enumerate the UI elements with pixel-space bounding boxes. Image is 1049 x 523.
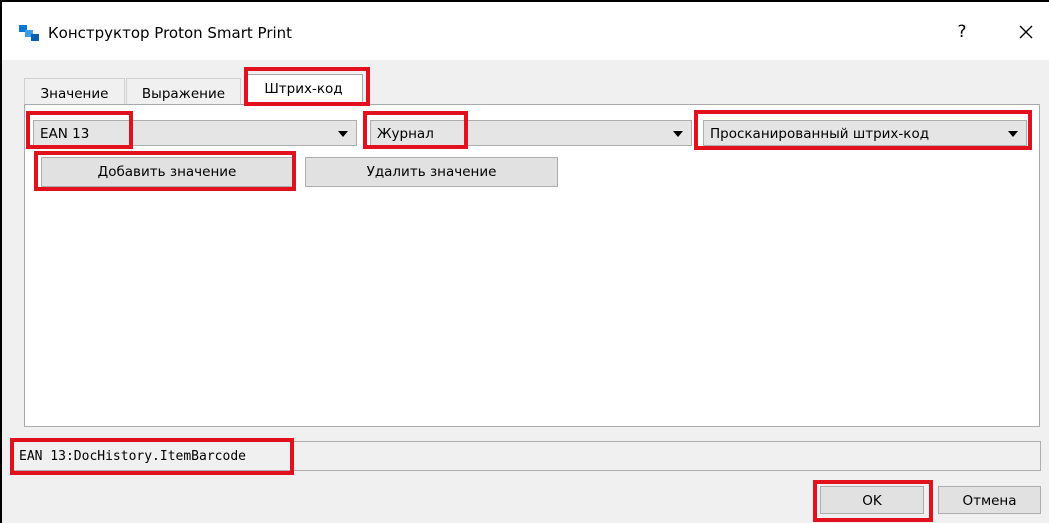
title-bar: Конструктор Proton Smart Print ? [2,2,1049,60]
cancel-button[interactable]: Отмена [938,486,1041,514]
dropdown-arrow-icon [338,131,348,137]
tab-value[interactable]: Значение [24,78,125,104]
help-icon[interactable]: ? [950,20,974,44]
field-value: Просканированный штрих-код [710,126,930,142]
ok-button[interactable]: OK [820,486,924,514]
field-combo[interactable]: Просканированный штрих-код [703,120,1027,146]
window-title: Конструктор Proton Smart Print [48,24,293,42]
barcode-type-value: EAN 13 [40,126,90,142]
barcode-type-combo[interactable]: EAN 13 [33,120,357,146]
close-icon[interactable] [1012,18,1040,46]
remove-value-button[interactable]: Удалить значение [305,157,558,187]
barcode-panel: EAN 13 Журнал Просканированный штрих-код… [24,104,1040,427]
source-combo[interactable]: Журнал [370,120,692,146]
add-value-button[interactable]: Добавить значение [41,157,293,187]
dialog-window: Конструктор Proton Smart Print ? Значени… [0,0,1049,523]
app-icon [19,25,39,41]
tab-barcode[interactable]: Штрих-код [244,74,363,106]
source-value: Журнал [377,126,434,142]
tab-expression[interactable]: Выражение [126,78,241,104]
dropdown-arrow-icon [1008,131,1018,137]
dropdown-arrow-icon [673,131,683,137]
result-expression-field[interactable]: EAN 13:DocHistory.ItemBarcode [12,441,1041,471]
